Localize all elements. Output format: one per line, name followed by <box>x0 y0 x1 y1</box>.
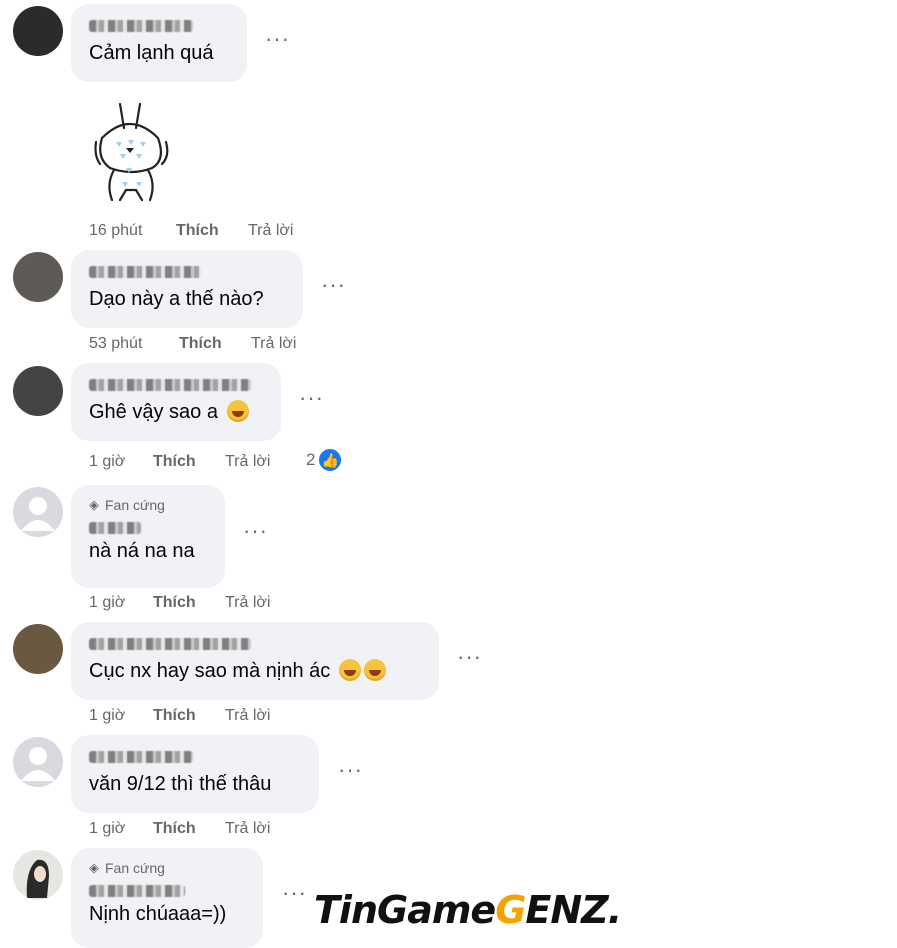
avatar[interactable] <box>13 6 63 56</box>
comment-actions: 1 giờ Thích Trả lời <box>89 453 270 471</box>
like-button[interactable]: Thích <box>153 820 225 838</box>
like-button[interactable]: Thích <box>176 222 248 240</box>
fan-badge: ◈ Fan cứng <box>89 860 245 876</box>
avatar[interactable] <box>13 487 63 537</box>
comment-bubble: Dạo này a thế nào? <box>71 250 303 328</box>
comment-bubble: ◈ Fan cứng nà ná na na <box>71 485 225 588</box>
comment-bubble: ◈ Fan cứng Nịnh chúaaa=)) <box>71 848 263 948</box>
reply-button[interactable]: Trả lời <box>225 594 270 612</box>
sticker-image <box>94 102 169 202</box>
comment-text-value: Cục nx hay sao mà nịnh ác <box>89 660 331 682</box>
comment-actions: 16 phút Thích Trả lời <box>89 222 293 240</box>
more-options-icon[interactable]: ··· <box>321 274 346 296</box>
like-button[interactable]: Thích <box>153 707 225 725</box>
author-name[interactable] <box>89 266 201 278</box>
fan-badge: ◈ Fan cứng <box>89 497 207 513</box>
author-name[interactable] <box>89 522 141 534</box>
like-button[interactable]: Thích <box>153 453 225 471</box>
comment-bubble: Cục nx hay sao mà nịnh ác <box>71 622 439 700</box>
timestamp[interactable]: 53 phút <box>89 335 179 353</box>
comment-text: Cảm lạnh quá <box>89 42 214 64</box>
avatar-photo <box>26 859 49 898</box>
comment-actions: 1 giờ Thích Trả lời <box>89 707 270 725</box>
badge-label: Fan cứng <box>105 860 165 876</box>
grin-emoji-icon <box>226 400 249 422</box>
comment-bubble: văn 9/12 thì thế thâu <box>71 735 319 813</box>
reply-button[interactable]: Trả lời <box>225 820 270 838</box>
comment-text: Nịnh chúaaa=)) <box>89 903 227 925</box>
comment-text-value: Ghê vậy sao a <box>89 401 218 423</box>
like-thumb-icon: 👍 <box>317 447 344 473</box>
avatar[interactable] <box>13 366 63 416</box>
timestamp[interactable]: 1 giờ <box>89 707 153 725</box>
comment-text: Cục nx hay sao mà nịnh ác <box>89 658 421 684</box>
watermark-logo: TinGameGENZ. <box>314 888 622 932</box>
comment-actions: 53 phút Thích Trả lời <box>89 335 296 353</box>
watermark-text-1: TinGame <box>314 888 496 932</box>
more-options-icon[interactable]: ··· <box>299 387 324 409</box>
reply-button[interactable]: Trả lời <box>251 335 296 353</box>
comment-actions: 1 giờ Thích Trả lời <box>89 820 270 838</box>
avatar[interactable] <box>13 252 63 302</box>
timestamp[interactable]: 16 phút <box>89 222 176 240</box>
reply-button[interactable]: Trả lời <box>225 707 270 725</box>
watermark-text-2: G <box>495 888 526 932</box>
comment-bubble: Cảm lạnh quá <box>71 4 247 82</box>
watermark-text-3: ENZ. <box>525 888 622 932</box>
reaction-count: 2 <box>306 450 316 469</box>
comment-text: Ghê vậy sao a <box>89 399 263 425</box>
comment-text: nà ná na na <box>89 540 195 562</box>
more-options-icon[interactable]: ··· <box>338 759 363 781</box>
author-name[interactable] <box>89 20 193 32</box>
timestamp[interactable]: 1 giờ <box>89 453 153 471</box>
author-name[interactable] <box>89 379 251 391</box>
author-name[interactable] <box>89 885 185 897</box>
avatar[interactable] <box>13 624 63 674</box>
comment-actions: 1 giờ Thích Trả lời <box>89 594 270 612</box>
default-avatar-icon <box>21 747 55 781</box>
reply-button[interactable]: Trả lời <box>225 453 270 471</box>
more-options-icon[interactable]: ··· <box>265 28 290 50</box>
more-options-icon[interactable]: ··· <box>282 882 307 904</box>
diamond-icon: ◈ <box>89 860 99 875</box>
laughing-tears-emoji-icon <box>360 659 389 681</box>
like-button[interactable]: Thích <box>179 335 251 353</box>
comment-text: văn 9/12 thì thế thâu <box>89 773 272 795</box>
timestamp[interactable]: 1 giờ <box>89 594 153 612</box>
default-avatar-icon <box>21 497 55 531</box>
avatar[interactable] <box>13 737 63 787</box>
badge-label: Fan cứng <box>105 497 165 513</box>
diamond-icon: ◈ <box>89 497 99 512</box>
author-name[interactable] <box>89 751 193 763</box>
avatar[interactable] <box>13 850 63 900</box>
more-options-icon[interactable]: ··· <box>457 646 482 668</box>
author-name[interactable] <box>89 638 251 650</box>
reply-button[interactable]: Trả lời <box>248 222 293 240</box>
laughing-tears-emoji-icon <box>335 659 364 681</box>
comment-bubble: Ghê vậy sao a <box>71 363 281 441</box>
reaction-summary[interactable]: 2 👍 <box>306 447 344 473</box>
like-button[interactable]: Thích <box>153 594 225 612</box>
timestamp[interactable]: 1 giờ <box>89 820 153 838</box>
more-options-icon[interactable]: ··· <box>243 520 268 542</box>
comment-text: Dạo này a thế nào? <box>89 288 264 310</box>
